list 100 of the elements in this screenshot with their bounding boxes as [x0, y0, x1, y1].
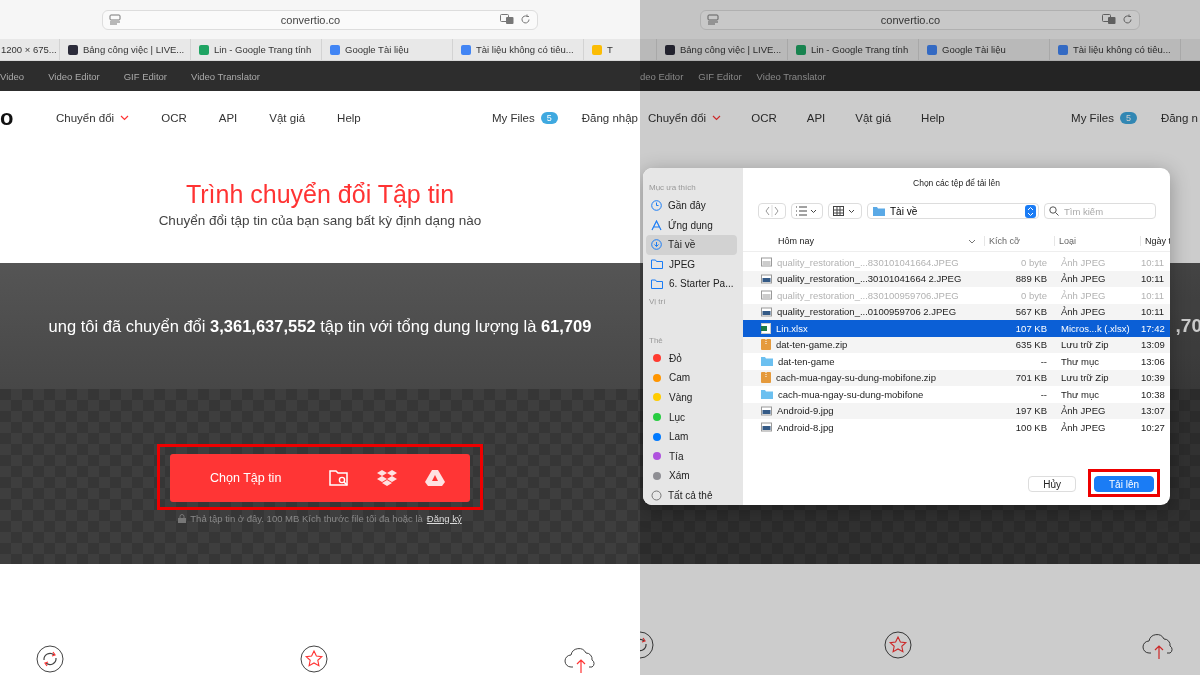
location-popup[interactable]: Tài về — [867, 203, 1039, 219]
sidebar-item[interactable]: Lục — [646, 407, 737, 427]
my-files-link[interactable]: My Files — [491, 112, 535, 124]
nav-item[interactable]: Help — [921, 112, 945, 124]
nav-item[interactable]: Help — [337, 112, 361, 124]
column-header[interactable]: Hôm nay — [743, 236, 985, 246]
file-date: 10:27 — [1141, 421, 1166, 433]
file-row[interactable]: quality_restoration_...30101041664 2.JPEG 889 KB Ảnh JPEG 10:11 — [743, 270, 1170, 287]
nav-item[interactable]: Chuyển đổi — [648, 112, 722, 124]
browser-tab[interactable]: Tài liệu không có tiêu... — [453, 39, 584, 60]
browser-tab[interactable]: Bảng công việc | LIVE... — [657, 39, 788, 60]
column-header[interactable]: Loại — [1055, 236, 1141, 246]
choose-files-button[interactable]: Chọn Tập tin — [210, 470, 282, 485]
file-type: Ảnh JPEG — [1060, 405, 1107, 417]
sidebar-item[interactable]: Gần đây — [646, 196, 737, 216]
sidebar-item[interactable]: Lam — [646, 426, 737, 447]
browser-tab[interactable]: Google Tài liệu — [322, 39, 453, 60]
tab-icon — [665, 44, 675, 55]
address-bar[interactable]: convertio.co — [700, 9, 1140, 30]
top-link[interactable]: Video — [0, 70, 25, 82]
file-row[interactable]: cach-mua-ngay-su-dung-mobifone -- Thư mục 10:38 — [743, 386, 1170, 403]
file-name: Android-9.jpg — [777, 405, 834, 417]
drive-icon[interactable] — [425, 468, 446, 487]
sidebar-item[interactable]: Xám — [646, 465, 737, 486]
cancel-button[interactable]: Hủy — [1028, 476, 1076, 492]
clock-icon — [651, 200, 662, 212]
tab-icon — [461, 44, 471, 55]
sidebar-icon[interactable] — [707, 14, 719, 25]
sidebar-icon[interactable] — [109, 14, 121, 25]
login-link[interactable]: Đăng n — [1160, 112, 1198, 124]
file-row[interactable]: quality_restoration_...0100959706 2.JPEG 567 KB Ảnh JPEG 10:11 — [743, 303, 1170, 320]
top-link[interactable]: GIF Editor — [698, 70, 742, 82]
nav-item[interactable]: API — [806, 112, 826, 124]
file-date: 13:09 — [1141, 339, 1166, 351]
sidebar-item[interactable]: Cam — [646, 368, 737, 388]
sidebar-item[interactable]: Tất cả thẻ — [646, 485, 737, 505]
file-row[interactable]: Android-9.jpg 197 KB Ảnh JPEG 13:07 — [743, 402, 1170, 419]
file-type: Lưu trữ Zip — [1060, 372, 1110, 384]
browser-tab[interactable]: Bảng công việc | LIVE... — [60, 39, 191, 60]
file-name: cach-mua-ngay-su-dung-mobifone — [778, 388, 924, 400]
file-size: -- — [1039, 355, 1048, 367]
login-link[interactable]: Đăng nhập — [581, 112, 638, 124]
browser-tab[interactable]: Lin - Google Trang tính — [191, 39, 322, 60]
file-name: dat-ten-game — [778, 355, 835, 367]
nav-item[interactable]: Vật giá — [855, 112, 892, 124]
sidebar-item[interactable]: Vàng — [646, 387, 737, 408]
sidebar-item[interactable]: Đỏ — [646, 348, 737, 369]
cloud-upload-icon — [564, 647, 598, 673]
nav-item[interactable]: OCR — [161, 112, 187, 124]
lock-icon — [178, 513, 187, 523]
reload-icon[interactable] — [1122, 14, 1133, 25]
reload-icon[interactable] — [520, 14, 531, 25]
signup-link[interactable]: Đăng ký — [426, 512, 462, 524]
folder-icon — [651, 278, 663, 289]
address-bar[interactable]: convertio.co — [102, 9, 538, 30]
column-header[interactable]: Kích cỡ — [985, 236, 1055, 246]
grid-view-button[interactable] — [828, 203, 862, 219]
hero-subtitle: Chuyển đổi tập tin của bạn sang bất kỳ định dạng nào — [158, 213, 482, 228]
sidebar-item[interactable]: Tài về — [646, 235, 737, 255]
tab-icon — [1058, 44, 1068, 55]
folder-search-icon[interactable] — [329, 468, 350, 487]
translate-icon[interactable] — [500, 14, 514, 25]
nav-item[interactable]: API — [218, 112, 238, 124]
file-type: Ảnh JPEG — [1060, 306, 1107, 318]
upload-button[interactable]: Tải lên — [1094, 476, 1154, 492]
top-link[interactable]: deo Editor — [640, 70, 684, 82]
browser-tab[interactable]: Google Tài liệu — [919, 39, 1050, 60]
file-type: Ảnh JPEG — [1060, 421, 1107, 433]
sidebar-item[interactable]: JPEG — [646, 254, 737, 275]
browser-tab[interactable]: 1200 × 675... — [0, 39, 60, 60]
list-view-button[interactable] — [791, 203, 823, 219]
file-name: cach-mua-ngay-su-dung-mobifone.zip — [776, 372, 936, 384]
logo-text[interactable]: o — [0, 105, 56, 131]
file-row[interactable]: dat-ten-game -- Thư mục 13:06 — [743, 353, 1170, 370]
sidebar-item[interactable]: Ứng dụng — [646, 215, 737, 236]
top-link[interactable]: Video Translator — [191, 70, 261, 82]
top-link[interactable]: GIF Editor — [123, 70, 168, 82]
top-link[interactable]: Video Translator — [756, 70, 826, 82]
nav-item[interactable]: OCR — [751, 112, 777, 124]
tab-icon — [927, 44, 937, 55]
file-row[interactable]: Android-8.jpg 100 KB Ảnh JPEG 10:27 — [743, 419, 1170, 436]
dropbox-icon[interactable] — [377, 468, 398, 487]
file-size: 100 KB — [1014, 421, 1048, 433]
back-forward-buttons[interactable] — [758, 203, 786, 219]
top-link[interactable]: Video Editor — [48, 70, 100, 82]
sidebar-item[interactable]: Tía — [646, 446, 737, 466]
file-row[interactable]: Lin.xlsx 107 KB Micros...k (.xlsx) 17:42 — [743, 320, 1170, 337]
file-row[interactable]: cach-mua-ngay-su-dung-mobifone.zip 701 KB Lưu trữ Zip 10:39 — [743, 369, 1170, 386]
image-file-icon — [761, 257, 772, 268]
nav-item[interactable]: Vật giá — [269, 112, 306, 124]
url-text: convertio.co — [279, 13, 342, 26]
search-field[interactable]: Tìm kiếm — [1044, 203, 1156, 219]
sidebar-item[interactable]: 6. Starter Pa... — [646, 274, 737, 294]
translate-icon[interactable] — [1102, 14, 1116, 25]
file-size: 0 byte — [1020, 289, 1048, 301]
my-files-link[interactable]: My Files — [1071, 112, 1114, 124]
folder-icon — [651, 259, 663, 270]
browser-tab[interactable]: Lin - Google Trang tính — [788, 39, 919, 60]
nav-item[interactable]: Chuyển đổi — [56, 112, 130, 124]
browser-tab[interactable]: Tài liệu không có tiêu... — [1050, 39, 1181, 60]
